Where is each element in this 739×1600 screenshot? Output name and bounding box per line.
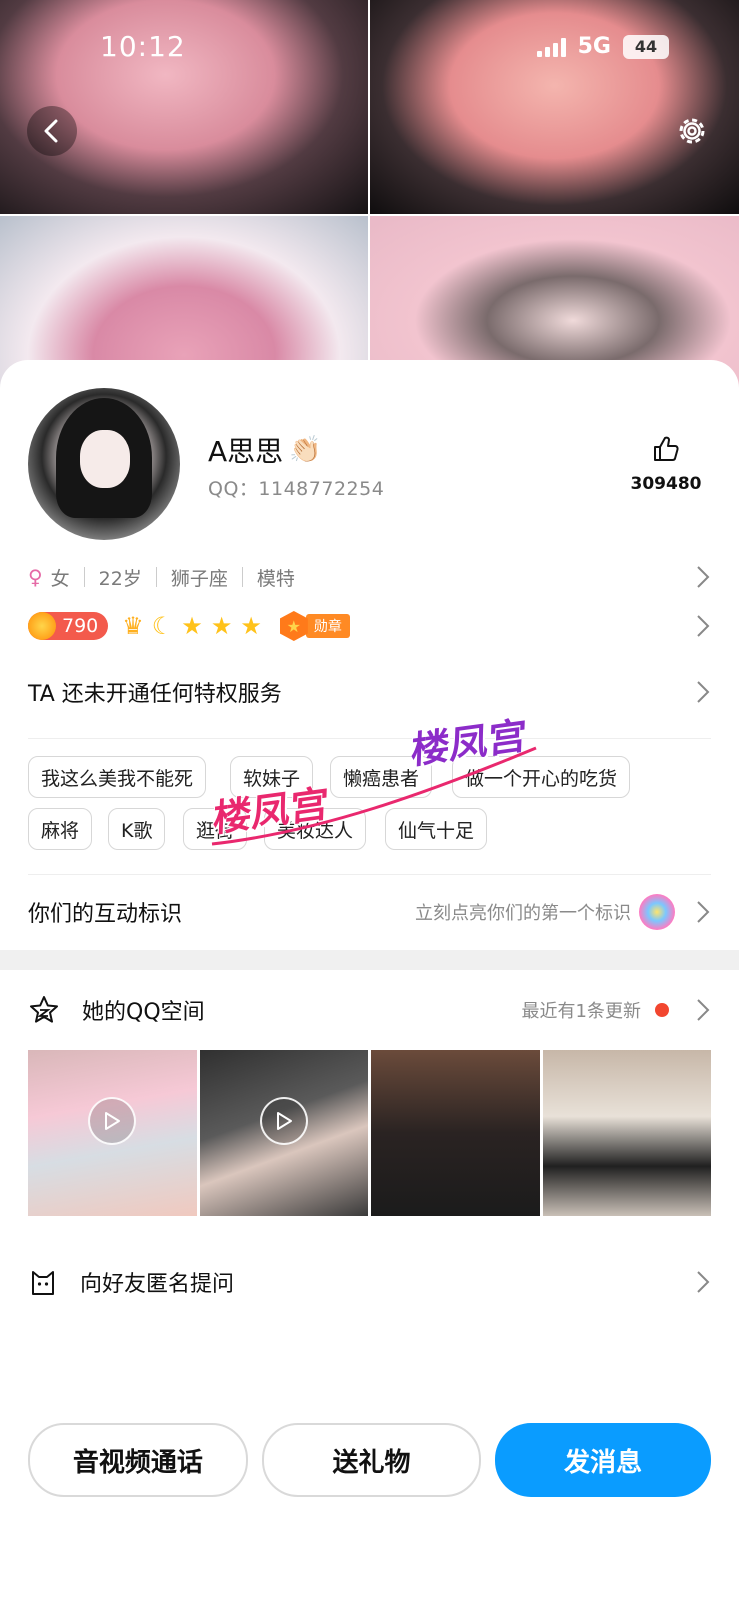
star-icon: ★ (181, 612, 203, 640)
tag-chip[interactable]: 我这么美我不能死 (28, 756, 207, 798)
battery-icon: 44 (623, 34, 669, 59)
medal-label: 勋章 (305, 614, 350, 638)
qzone-thumbnail[interactable] (199, 1050, 368, 1216)
flower-icon (639, 894, 675, 930)
tag-chip[interactable]: 麻将 (28, 808, 93, 850)
play-icon (88, 1097, 137, 1146)
unread-dot (655, 1003, 669, 1017)
level-badges-row[interactable]: 790 ♛ ☾ ★ ★ ★ ★ 勋章 (28, 610, 711, 642)
interaction-label: 你们的互动标识 (28, 902, 183, 927)
play-icon (259, 1097, 308, 1146)
occupation-text: 模特 (256, 567, 295, 590)
cat-icon (32, 1271, 54, 1295)
qzone-star-icon (30, 996, 58, 1023)
level-icons: ♛ ☾ ★ ★ ★ (122, 612, 262, 640)
send-gift-button[interactable]: 送礼物 (261, 1423, 482, 1497)
divider (28, 874, 711, 875)
chevron-right-icon (697, 999, 710, 1021)
chevron-right-icon (697, 566, 710, 588)
medal-icon: ★ (279, 611, 308, 641)
moon-icon: ☾ (151, 612, 174, 640)
video-call-button[interactable]: 音视频通话 (28, 1423, 248, 1497)
tag-chip[interactable]: K歌 (108, 808, 166, 850)
coin-value: 790 (62, 615, 99, 637)
signal-icon (536, 37, 566, 57)
qzone-thumbnail[interactable] (542, 1050, 711, 1216)
like-count: 309480 (630, 474, 702, 494)
age-text: 22岁 (98, 567, 142, 590)
star-icon: ★ (240, 612, 262, 640)
cover-photo-2[interactable] (370, 0, 739, 214)
clap-emoji-icon: 👏🏻 (289, 435, 322, 465)
basic-info-row[interactable]: ♀ 女 22岁 狮子座 模特 (28, 562, 711, 592)
qzone-thumbnails (28, 1050, 711, 1216)
anonymous-ask-row[interactable]: 向好友匿名提问 (28, 1262, 711, 1302)
zodiac-text: 狮子座 (170, 567, 228, 590)
privilege-text: TA 还未开通任何特权服务 (28, 682, 282, 707)
gender-text: 女 (50, 567, 70, 590)
send-message-button[interactable]: 发消息 (495, 1423, 712, 1497)
qq-number: QQ：1148772254 (208, 478, 385, 500)
status-indicators: 5G 44 (536, 34, 669, 59)
coin-badge: 790 (28, 612, 109, 640)
chevron-right-icon (697, 615, 710, 637)
bottom-action-bar: 音视频通话 送礼物 发消息 (28, 1423, 712, 1497)
watermark-swoosh (211, 746, 537, 846)
profile-sheet: A思思 👏🏻 QQ：1148772254 309480 ♀ 女 22岁 狮子座 … (0, 360, 739, 1600)
qzone-thumbnail[interactable] (371, 1050, 540, 1216)
network-type: 5G (577, 34, 611, 59)
divider (28, 738, 711, 739)
qzone-thumbnail[interactable] (28, 1050, 197, 1216)
section-gap (0, 950, 739, 970)
chevron-right-icon (697, 681, 710, 703)
chevron-right-icon (697, 1271, 710, 1293)
status-time: 10:12 (100, 30, 186, 63)
profile-name-text: A思思 (208, 435, 284, 468)
settings-button[interactable] (669, 108, 715, 154)
crown-icon: ♛ (122, 612, 144, 640)
chevron-right-icon (697, 901, 710, 923)
profile-name: A思思 👏🏻 (208, 430, 322, 470)
qzone-hint: 最近有1条更新 (521, 1001, 641, 1022)
qzone-row[interactable]: 她的QQ空间 最近有1条更新 (28, 990, 711, 1030)
medal-badge: ★ 勋章 (279, 611, 350, 641)
female-icon: ♀ (28, 565, 43, 589)
avatar[interactable] (28, 388, 180, 540)
thumb-up-icon (654, 436, 679, 461)
anonymous-ask-label: 向好友匿名提问 (80, 1272, 235, 1297)
coin-icon (28, 612, 56, 640)
back-button[interactable] (27, 106, 77, 156)
gear-icon (679, 118, 705, 144)
like-button[interactable]: 309480 (621, 434, 711, 494)
interaction-mark-row[interactable]: 你们的互动标识 立刻点亮你们的第一个标识 (28, 888, 711, 936)
back-icon (44, 119, 58, 143)
privilege-row[interactable]: TA 还未开通任何特权服务 (28, 672, 711, 712)
qzone-label: 她的QQ空间 (82, 1000, 205, 1025)
interaction-hint: 立刻点亮你们的第一个标识 (415, 903, 631, 924)
star-icon: ★ (210, 612, 233, 640)
